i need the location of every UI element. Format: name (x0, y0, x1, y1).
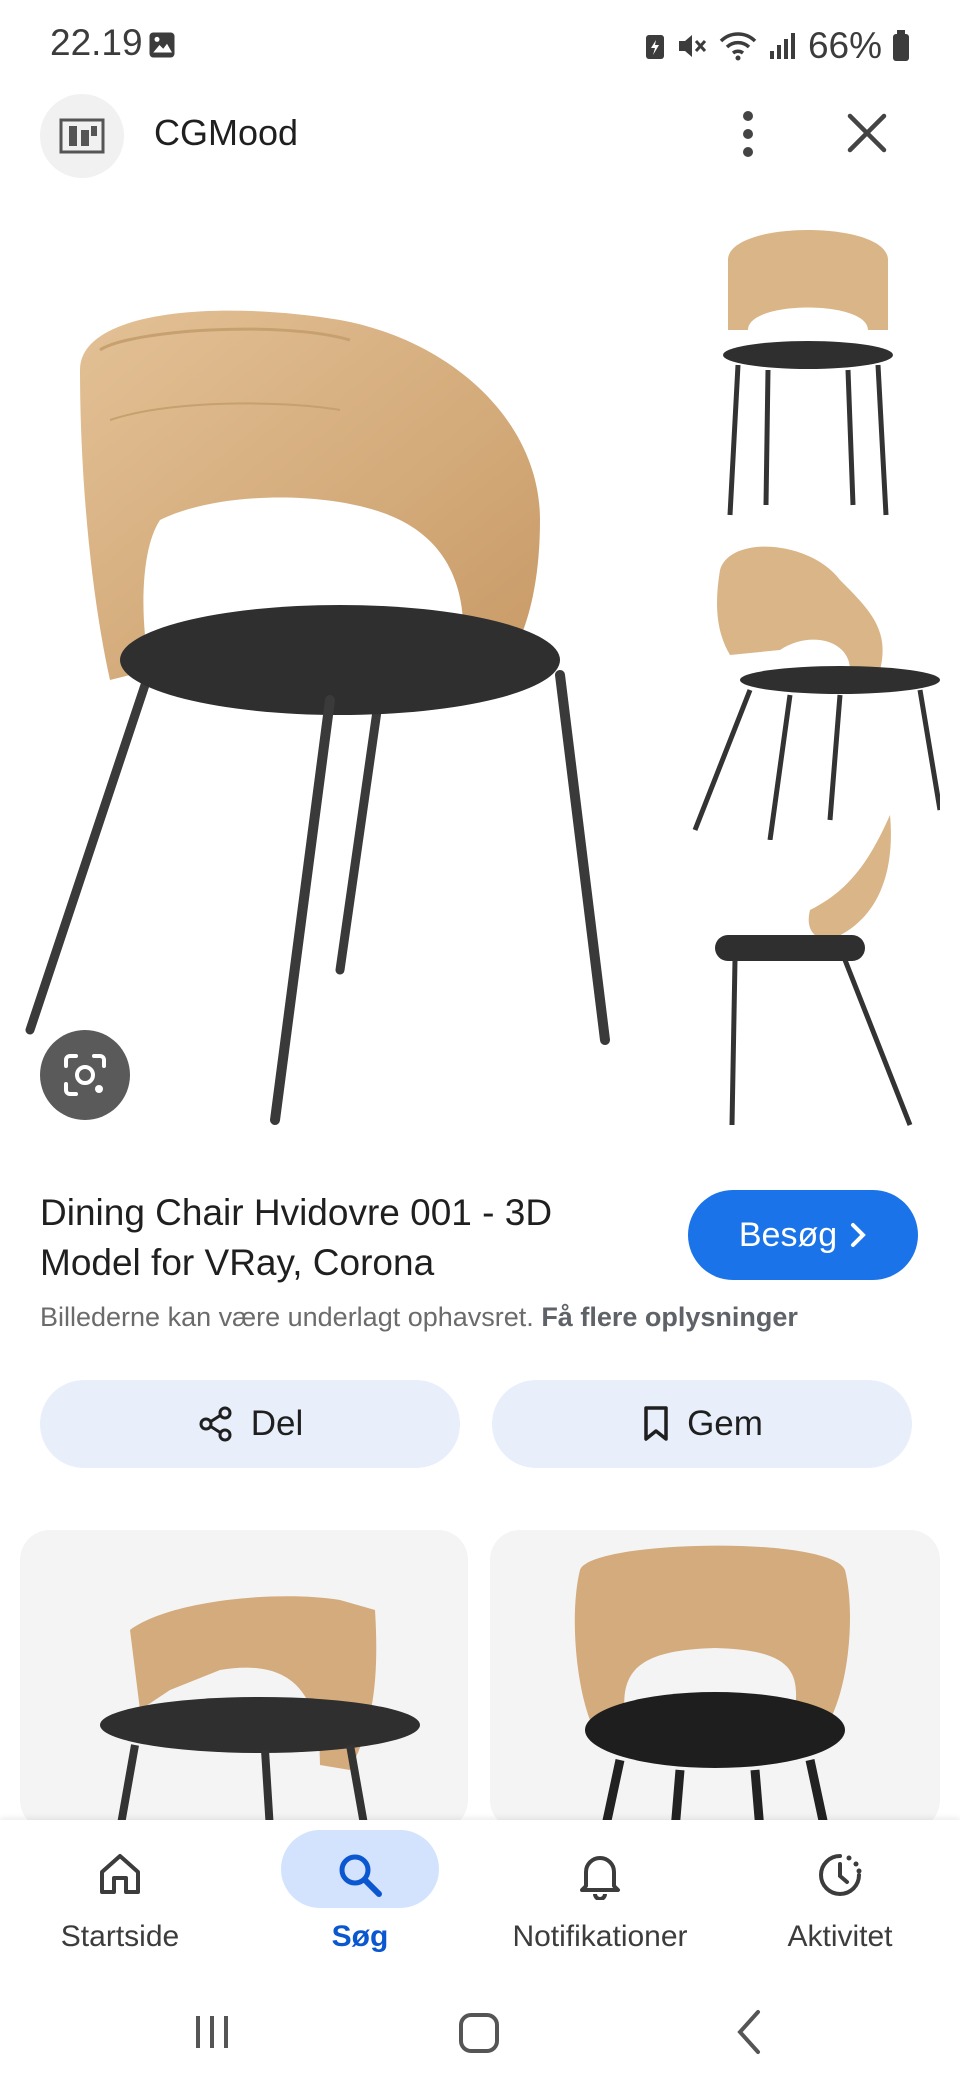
chevron-right-icon (851, 1223, 866, 1247)
bell-icon (580, 1856, 620, 1900)
thumbnail-side-view[interactable] (710, 810, 940, 1130)
google-lens-button[interactable] (40, 1030, 130, 1120)
visit-button-label: Besøg (738, 1215, 838, 1254)
visit-button[interactable]: Besøg (688, 1190, 918, 1280)
nav-search-label: Søg (331, 1920, 389, 1953)
image-title[interactable]: Dining Chair Hvidovre 001 - 3D Model for… (40, 1188, 640, 1288)
share-icon (199, 1406, 232, 1442)
related-image-card[interactable] (490, 1530, 940, 1830)
wifi-icon (719, 32, 757, 61)
nav-notifications-label: Notifikationer (512, 1920, 688, 1953)
cgmood-logo-icon (59, 118, 105, 154)
copyright-notice: Billederne kan være underlagt ophavsret.… (40, 1302, 798, 1333)
thumbnail-front-view[interactable] (708, 220, 908, 530)
site-name[interactable]: CGMood (154, 112, 298, 154)
recent-apps-icon[interactable] (190, 2010, 234, 2054)
bookmark-icon (644, 1406, 668, 1441)
battery-saver-icon (645, 35, 664, 59)
nav-search[interactable]: Søg (240, 1820, 480, 1990)
more-options-icon[interactable] (728, 106, 768, 162)
search-icon (339, 1854, 382, 1897)
nav-home-label: Startside (60, 1920, 180, 1953)
close-icon[interactable] (846, 112, 888, 154)
related-chair-image (100, 1596, 420, 1830)
copyright-text: Billederne kan være underlagt ophavsret. (40, 1302, 534, 1332)
battery-percent: 66% (807, 25, 882, 66)
mute-icon (678, 35, 707, 57)
more-info-link[interactable]: Få flere oplysninger (541, 1302, 798, 1332)
share-button[interactable]: Del (40, 1380, 460, 1468)
home-icon (100, 1854, 140, 1894)
nav-notifications[interactable]: Notifikationer (480, 1820, 720, 1990)
related-image-card[interactable] (20, 1530, 468, 1830)
related-chair-image (574, 1545, 850, 1830)
status-time: 22.19 (50, 22, 143, 63)
back-icon[interactable] (730, 2008, 770, 2056)
battery-icon (893, 30, 909, 61)
thumbnail-angle-view[interactable] (690, 540, 940, 840)
bottom-navigation: Startside Søg Notifikationer Aktivitet (0, 1820, 960, 1990)
nav-home[interactable]: Startside (0, 1820, 240, 1990)
save-button[interactable]: Gem (492, 1380, 912, 1468)
nav-activity-label: Aktivitet (787, 1920, 893, 1953)
save-label: Gem (687, 1404, 763, 1443)
system-navigation-bar (0, 1990, 960, 2080)
lens-icon (64, 1054, 106, 1096)
status-icons: 66% (644, 22, 910, 70)
share-label: Del (250, 1404, 304, 1443)
signal-icon (769, 33, 795, 59)
site-logo[interactable] (40, 94, 124, 178)
activity-icon (819, 1854, 862, 1896)
home-button-icon[interactable] (456, 2010, 502, 2056)
gallery-notification-icon (149, 32, 175, 58)
nav-activity[interactable]: Aktivitet (720, 1820, 960, 1990)
main-product-image[interactable] (20, 290, 620, 1130)
